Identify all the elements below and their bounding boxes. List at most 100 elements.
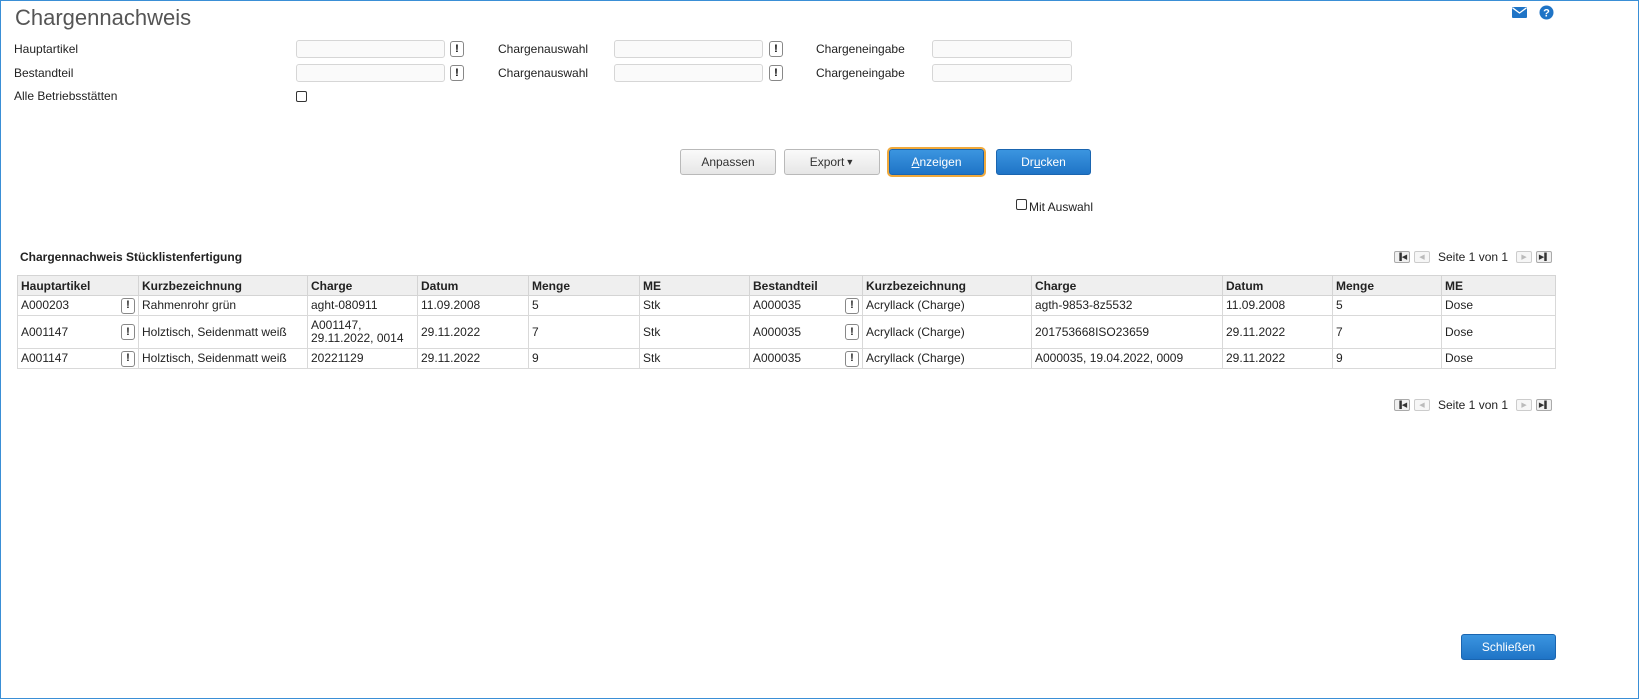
table-row[interactable]: A000203! Rahmenrohr grün aght-080911 11.… — [17, 295, 1556, 316]
chargenauswahl-2-input[interactable] — [614, 64, 763, 82]
chargeneingabe-2-label: Chargeneingabe — [816, 66, 905, 80]
schliessen-button[interactable]: Schließen — [1461, 634, 1556, 660]
hauptartikel-lookup-button[interactable]: ! — [121, 297, 135, 314]
bestandteil-lookup-button[interactable]: ! — [845, 350, 859, 367]
hauptartikel-lookup-button[interactable]: ! — [450, 41, 464, 57]
charge-cell: agth-9853-8z5532 — [1031, 295, 1223, 316]
datum-cell: 29.11.2022 — [417, 315, 529, 349]
bestandteil-lookup-button[interactable]: ! — [450, 65, 464, 81]
kurzbezeichnung-cell: Rahmenrohr grün — [138, 295, 308, 316]
last-page-icon[interactable]: ▶▌ — [1536, 399, 1553, 411]
mail-icon[interactable] — [1511, 4, 1527, 20]
col-header[interactable]: Kurzbezeichnung — [138, 275, 308, 296]
table-row[interactable]: A001147! Holztisch, Seidenmatt weiß A001… — [17, 315, 1556, 349]
col-header[interactable]: Charge — [1031, 275, 1223, 296]
section-title: Chargennachweis Stücklistenfertigung — [20, 250, 243, 264]
first-page-icon[interactable]: ▐◀ — [1394, 251, 1410, 263]
bestandteil-cell: A000035! — [749, 295, 863, 316]
datum-cell: 11.09.2008 — [417, 295, 529, 316]
datum-cell: 29.11.2022 — [1222, 315, 1333, 349]
next-page-icon[interactable]: ▶ — [1516, 399, 1533, 411]
hauptartikel-label: Hauptartikel — [14, 42, 79, 56]
table-header-row: Hauptartikel Kurzbezeichnung Charge Datu… — [17, 275, 1556, 296]
chargenauswahl-1-lookup-button[interactable]: ! — [769, 41, 783, 57]
bestandteil-value: A000035 — [753, 324, 802, 339]
prev-page-icon[interactable]: ◀ — [1414, 399, 1430, 411]
charge-cell: A000035, 19.04.2022, 0009 — [1031, 348, 1223, 369]
anpassen-button[interactable]: Anpassen — [680, 149, 776, 175]
hauptartikel-input[interactable] — [296, 40, 445, 58]
help-icon[interactable]: ? — [1538, 4, 1554, 20]
chargenauswahl-2-lookup-button[interactable]: ! — [769, 65, 783, 81]
hauptartikel-value: A001147 — [21, 324, 69, 339]
col-header[interactable]: Bestandteil — [749, 275, 863, 296]
alle-betriebsstaetten-label: Alle Betriebsstätten — [14, 89, 118, 103]
col-header[interactable]: Datum — [1222, 275, 1333, 296]
chargeneingabe-1-label: Chargeneingabe — [816, 42, 905, 56]
me-cell: Stk — [639, 315, 750, 349]
hauptartikel-cell: A000203! — [17, 295, 139, 316]
me-cell: Dose — [1441, 295, 1556, 316]
pager-text: Seite 1 von 1 — [1438, 250, 1509, 264]
bestandteil-value: A000035 — [753, 298, 802, 312]
col-header[interactable]: Datum — [417, 275, 529, 296]
mit-auswahl-label: Mit Auswahl — [1029, 200, 1094, 214]
bestandteil-input[interactable] — [296, 64, 445, 82]
chargenauswahl-1-label: Chargenauswahl — [498, 42, 589, 56]
chargeneingabe-2-input[interactable] — [932, 64, 1072, 82]
drucken-button[interactable]: Drucken — [996, 149, 1091, 175]
table-row[interactable]: A001147! Holztisch, Seidenmatt weiß 2022… — [17, 348, 1556, 369]
datum-cell: 11.09.2008 — [1222, 295, 1333, 316]
datum-cell: 29.11.2022 — [417, 348, 529, 369]
hauptartikel-cell: A001147! — [17, 315, 139, 349]
col-header[interactable]: ME — [639, 275, 750, 296]
datum-cell: 29.11.2022 — [1222, 348, 1333, 369]
bestandteil-lookup-button[interactable]: ! — [845, 297, 859, 314]
col-header[interactable]: Kurzbezeichnung — [862, 275, 1032, 296]
prev-page-icon[interactable]: ◀ — [1414, 251, 1430, 263]
col-header[interactable]: Charge — [307, 275, 418, 296]
bestandteil-lookup-button[interactable]: ! — [845, 324, 859, 340]
menge-cell: 5 — [528, 295, 640, 316]
menge-cell: 7 — [528, 315, 640, 349]
svg-text:?: ? — [1543, 7, 1550, 19]
col-header[interactable]: ME — [1441, 275, 1556, 296]
hauptartikel-cell: A001147! — [17, 348, 139, 369]
col-header[interactable]: Hauptartikel — [17, 275, 139, 296]
hauptartikel-lookup-button[interactable]: ! — [121, 324, 135, 340]
menge-cell: 7 — [1332, 315, 1442, 349]
last-page-icon[interactable]: ▶▌ — [1536, 251, 1553, 263]
pager-top: ▐◀ ◀ Seite 1 von 1 ▶ ▶▌ — [1394, 250, 1553, 264]
menge-cell: 9 — [1332, 348, 1442, 369]
anzeigen-button[interactable]: Anzeigen — [889, 149, 984, 175]
charge-cell: aght-080911 — [307, 295, 418, 316]
export-button[interactable]: Export ▼ — [784, 149, 880, 175]
chargennachweis-table: Hauptartikel Kurzbezeichnung Charge Datu… — [17, 275, 1556, 369]
pager-text: Seite 1 von 1 — [1438, 398, 1509, 412]
col-header[interactable]: Menge — [1332, 275, 1442, 296]
mit-auswahl-checkbox[interactable] — [1016, 199, 1027, 210]
pager-bottom: ▐◀ ◀ Seite 1 von 1 ▶ ▶▌ — [1394, 398, 1553, 412]
hauptartikel-value: A000203 — [21, 298, 70, 312]
alle-betriebsstaetten-checkbox[interactable] — [296, 91, 307, 102]
charge-cell: 20221129 — [307, 348, 418, 369]
hauptartikel-value: A001147 — [21, 351, 69, 365]
caret-down-icon: ▼ — [845, 157, 855, 167]
menge-cell: 5 — [1332, 295, 1442, 316]
chargenauswahl-1-input[interactable] — [614, 40, 763, 58]
bestandteil-cell: A000035! — [749, 348, 863, 369]
me-cell: Stk — [639, 295, 750, 316]
page-title: Chargennachweis — [15, 5, 192, 30]
kurzbezeichnung-cell: Acryllack (Charge) — [862, 295, 1032, 316]
col-header[interactable]: Menge — [528, 275, 640, 296]
kurzbezeichnung-cell: Holztisch, Seidenmatt weiß — [138, 348, 308, 369]
bestandteil-value: A000035 — [753, 351, 802, 365]
hauptartikel-lookup-button[interactable]: ! — [121, 350, 135, 367]
chargeneingabe-1-input[interactable] — [932, 40, 1072, 58]
chargenauswahl-2-label: Chargenauswahl — [498, 66, 589, 80]
first-page-icon[interactable]: ▐◀ — [1394, 399, 1410, 411]
bestandteil-cell: A000035! — [749, 315, 863, 349]
me-cell: Dose — [1441, 348, 1556, 369]
charge-cell: 201753668ISO23659 — [1031, 315, 1223, 349]
next-page-icon[interactable]: ▶ — [1516, 251, 1533, 263]
